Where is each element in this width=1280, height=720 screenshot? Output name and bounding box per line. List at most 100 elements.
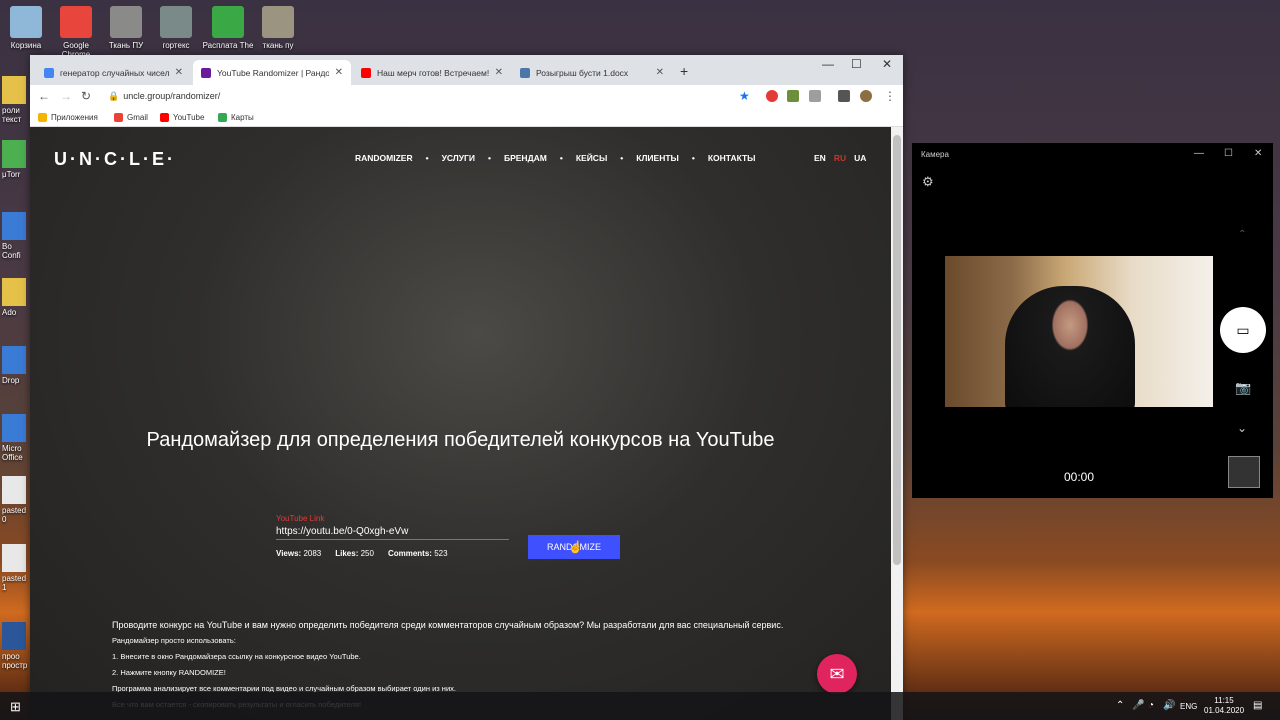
tab-favicon-icon — [361, 67, 371, 78]
bookmark-item[interactable]: YouTube — [160, 113, 204, 122]
forward-icon[interactable]: → — [60, 89, 72, 103]
back-icon[interactable]: ← — [38, 89, 50, 103]
page-scrollbar[interactable] — [891, 127, 903, 720]
profile-avatar[interactable] — [860, 90, 872, 102]
settings-gear-icon[interactable]: ⚙ — [922, 174, 934, 190]
windows-start-icon[interactable]: ⊞ — [10, 699, 21, 715]
clock[interactable]: 11:15 01.04.2020 — [1204, 696, 1244, 716]
menu-icon[interactable]: ⋮ — [884, 89, 896, 103]
nav-item[interactable]: УСЛУГИ — [442, 153, 475, 163]
maximize-icon[interactable]: ☐ — [1224, 148, 1233, 159]
desktop-icon[interactable]: Корзина — [0, 6, 54, 50]
bookmark-item[interactable]: Gmail — [114, 113, 148, 122]
desktop-icon-label: pasted 0 — [2, 506, 27, 524]
network-icon[interactable]: ◔ — [1148, 700, 1154, 711]
nav-separator: • — [559, 153, 563, 163]
nav-item[interactable]: КЛИЕНТЫ — [636, 153, 679, 163]
clock-date: 01.04.2020 — [1204, 706, 1245, 715]
nav-separator: • — [691, 153, 695, 163]
bookmark-icon — [114, 113, 123, 122]
desktop-icon[interactable]: Ado — [2, 278, 30, 317]
desktop-icon[interactable]: pasted 1 — [2, 544, 30, 592]
bookmark-item[interactable]: Карты — [218, 113, 254, 122]
desktop-icon[interactable]: Bo Confi — [2, 212, 30, 260]
browser-tab[interactable]: Наш мерч готов! Встречаем! Р ✕ — [353, 60, 511, 85]
desktop-icon[interactable]: гортекс — [148, 6, 204, 50]
nav-item[interactable]: КЕЙСЫ — [576, 153, 607, 163]
messenger-chat-icon[interactable]: ✉ — [817, 654, 857, 694]
browser-window: генератор случайных чисел - П✕YouTube Ra… — [30, 55, 903, 720]
nav-separator: • — [425, 153, 429, 163]
nav-separator: • — [488, 153, 491, 163]
desktop-app-icon — [2, 76, 26, 104]
desktop-icon[interactable]: pasted 0 — [2, 476, 30, 524]
lang-option[interactable]: UA — [854, 153, 866, 163]
page-content: U·N·C·L·E· RANDOMIZER • УСЛУГИ • БРЕНДАМ • КЕЙ… — [30, 127, 891, 720]
site-logo[interactable]: U·N·C·L·E· — [54, 149, 176, 170]
notifications-icon[interactable]: ▤ — [1253, 700, 1262, 711]
chevron-up-icon[interactable]: ⌃ — [1116, 700, 1124, 711]
url-field[interactable]: 🔒 uncle.group/randomizer/ — [108, 91, 220, 102]
tab-close-icon[interactable]: ✕ — [175, 67, 183, 78]
chevron-up-icon[interactable]: ⌃ — [1238, 229, 1246, 240]
microphone-icon[interactable]: 🎤 — [1132, 700, 1144, 711]
desktop-icon[interactable]: Micro Office — [2, 414, 30, 462]
bookmark-item[interactable]: Приложения — [38, 113, 98, 122]
photo-mode-icon[interactable]: 📷 — [1235, 380, 1251, 396]
nav-item[interactable]: БРЕНДАМ — [504, 153, 547, 163]
desktop-icon[interactable]: Ткань ПУ — [98, 6, 154, 50]
tab-close-icon[interactable]: ✕ — [656, 67, 664, 78]
tab-close-icon[interactable]: ✕ — [335, 67, 343, 78]
desktop-app-icon — [2, 140, 26, 168]
desktop-icon[interactable]: Расплата The — [200, 6, 256, 50]
media-icon[interactable] — [838, 90, 850, 102]
lang-option[interactable]: EN — [814, 153, 826, 163]
nav-item[interactable]: КОНТАКТЫ — [708, 153, 756, 163]
youtube-link-input[interactable] — [276, 524, 509, 540]
desktop-app-icon — [110, 6, 142, 38]
desktop-icon-label: Micro Office — [2, 444, 23, 462]
desktop-icon[interactable]: ткань пу — [250, 6, 306, 50]
lang-option[interactable]: RU — [834, 153, 846, 163]
bookmark-star-icon[interactable]: ★ — [739, 89, 750, 103]
adblock-extension-icon[interactable] — [766, 90, 778, 102]
extension-icon[interactable] — [809, 90, 821, 102]
camera-title: Камера — [921, 150, 949, 159]
maximize-icon[interactable]: ☐ — [851, 57, 862, 71]
tab-favicon-icon — [520, 67, 530, 78]
desktop-app-icon — [2, 622, 26, 650]
browser-tab[interactable]: генератор случайных чисел - П ✕ — [36, 60, 191, 85]
extension-icon[interactable] — [787, 90, 799, 102]
tab-favicon-icon — [201, 67, 211, 78]
chevron-down-icon[interactable]: ⌄ — [1237, 421, 1247, 435]
reload-icon[interactable]: ↻ — [81, 89, 91, 103]
minimize-icon[interactable]: — — [1194, 148, 1204, 159]
tab-close-icon[interactable]: ✕ — [495, 67, 503, 78]
input-language[interactable]: ENG — [1180, 702, 1197, 711]
new-tab-button[interactable]: + — [680, 63, 688, 79]
comments-value: 523 — [434, 549, 448, 558]
last-capture-thumbnail[interactable] — [1228, 456, 1260, 488]
desktop-icon[interactable]: проо простр — [2, 622, 30, 670]
close-icon[interactable]: ✕ — [1254, 148, 1262, 159]
desktop-icon[interactable]: роли текст — [2, 76, 30, 124]
desktop-icon[interactable]: Google Chrome — [48, 6, 104, 59]
scrollbar-thumb[interactable] — [893, 135, 901, 565]
desktop-app-icon — [212, 6, 244, 38]
browser-tab[interactable]: Розыгрыш бусти 1.docx ✕ — [512, 60, 672, 85]
desktop-icon[interactable]: Drop — [2, 346, 30, 385]
hand-cursor-icon: ☝ — [568, 540, 583, 554]
browser-tab[interactable]: YouTube Randomizer | Рандома ✕ — [193, 60, 351, 85]
minimize-icon[interactable]: — — [822, 57, 834, 71]
tab-strip: генератор случайных чисел - П✕YouTube Ra… — [30, 55, 903, 85]
record-video-button[interactable]: ▭ — [1220, 307, 1266, 353]
person-image — [1005, 286, 1135, 407]
nav-item[interactable]: RANDOMIZER — [355, 153, 413, 163]
bookmark-label: Карты — [231, 113, 254, 122]
url-text: uncle.group/randomizer/ — [123, 91, 221, 101]
bookmarks-bar: Приложения Gmail YouTube Карты — [30, 109, 903, 127]
volume-icon[interactable]: 🔊 — [1163, 700, 1175, 711]
desktop-icon[interactable]: μTorr — [2, 140, 30, 179]
close-window-icon[interactable]: ✕ — [882, 57, 892, 71]
desktop-icon-label: Расплата The — [202, 41, 254, 50]
